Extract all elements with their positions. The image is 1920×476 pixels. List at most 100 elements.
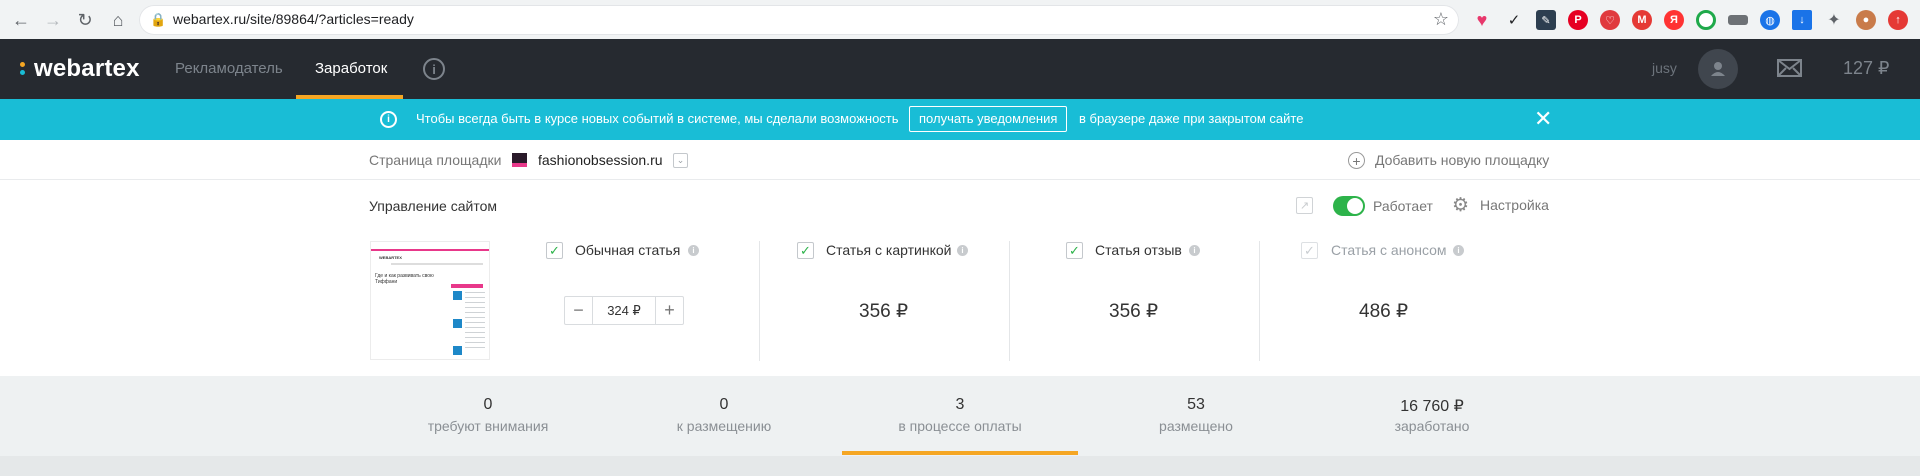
- puzzle-icon[interactable]: ✦: [1824, 10, 1844, 30]
- thumbnail-menu: [391, 263, 483, 265]
- mail-extension-icon[interactable]: M: [1632, 10, 1652, 30]
- stat-active-indicator: [842, 451, 1078, 455]
- info-icon[interactable]: i: [1189, 245, 1200, 256]
- site-bar: Страница площадки fashionobsession.ru ⌄ …: [0, 140, 1920, 180]
- announce-article-label: Статья с анонсом: [1331, 242, 1447, 258]
- stat-payment[interactable]: 3 в процессе оплаты: [860, 376, 1060, 451]
- announce-article-price: 486 ₽: [1359, 301, 1409, 322]
- notification-text: Чтобы всегда быть в курсе новых событий …: [416, 111, 899, 126]
- review-article-label: Статья отзыв: [1095, 242, 1182, 258]
- logo[interactable]: webartex: [34, 55, 140, 83]
- check-extension-icon[interactable]: ✓: [1504, 10, 1524, 30]
- balance[interactable]: 127 ₽: [1843, 58, 1890, 79]
- lock-icon: 🔒: [150, 12, 167, 27]
- thumbnail-text-lines: [465, 292, 485, 352]
- settings-link[interactable]: Настройка: [1480, 197, 1549, 213]
- back-arrow-icon[interactable]: ←: [9, 8, 33, 32]
- stat-label: размещено: [1159, 418, 1233, 434]
- column-divider: [759, 241, 760, 361]
- stat-label: к размещению: [676, 418, 772, 434]
- minus-icon[interactable]: −: [565, 297, 593, 324]
- info-icon[interactable]: i: [957, 245, 968, 256]
- image-article-label: Статья с картинкой: [826, 242, 952, 258]
- address-bar[interactable]: 🔒 webartex.ru/site/89864/?articles=ready…: [139, 5, 1459, 35]
- regular-article-checkbox[interactable]: ✓: [546, 242, 563, 259]
- enable-notifications-button[interactable]: получать уведомления: [909, 106, 1068, 132]
- stat-label: заработано: [1394, 418, 1470, 434]
- bar-extension-icon[interactable]: [1728, 15, 1748, 25]
- price-stepper-value[interactable]: 324 ₽: [593, 297, 655, 324]
- stats-bar: 0 требуют внимания 0 к размещению 3 в пр…: [0, 376, 1920, 456]
- chevron-down-icon[interactable]: ⌄: [673, 153, 688, 168]
- thumbnail-header: [371, 242, 489, 251]
- stat-attention[interactable]: 0 требуют внимания: [388, 376, 588, 451]
- site-management-title: Управление сайтом: [369, 198, 497, 214]
- bottom-strip: [0, 456, 1920, 476]
- url-text: webartex.ru/site/89864/?articles=ready: [173, 11, 414, 27]
- stat-value: 53: [1187, 396, 1205, 413]
- logo-dots-icon: [20, 62, 26, 78]
- bookmark-star-icon[interactable]: ☆: [1433, 9, 1449, 30]
- home-icon[interactable]: ⌂: [106, 8, 130, 32]
- mail-icon[interactable]: [1777, 59, 1802, 77]
- regular-article-label: Обычная статья: [575, 242, 681, 258]
- review-article-checkbox[interactable]: ✓: [1066, 242, 1083, 259]
- site-name[interactable]: fashionobsession.ru: [538, 152, 663, 168]
- column-divider: [1009, 241, 1010, 361]
- download-extension-icon[interactable]: ↓: [1792, 10, 1812, 30]
- app-header: webartex Рекламодатель Заработок i jusy …: [0, 39, 1920, 99]
- image-article-price: 356 ₽: [859, 301, 909, 322]
- reload-icon[interactable]: ↻: [73, 8, 97, 32]
- avatar[interactable]: [1698, 49, 1738, 89]
- close-icon[interactable]: ✕: [1534, 107, 1552, 131]
- notification-banner: i Чтобы всегда быть в курсе новых событи…: [0, 99, 1920, 140]
- pinterest-icon[interactable]: P: [1568, 10, 1588, 30]
- site-page-label: Страница площадки: [369, 152, 502, 168]
- stat-value: 0: [483, 396, 493, 413]
- circle-extension-icon[interactable]: [1696, 10, 1716, 30]
- globe-extension-icon[interactable]: ◍: [1760, 10, 1780, 30]
- thumbnail-headline: Где и как развивать свою Тиффани: [375, 273, 434, 285]
- nav-earnings[interactable]: Заработок: [315, 39, 387, 99]
- nav-advertiser[interactable]: Рекламодатель: [175, 39, 283, 99]
- stat-label: в процессе оплаты: [898, 418, 1022, 434]
- heart-extension-icon[interactable]: ♥: [1472, 10, 1492, 30]
- stat-placement[interactable]: 0 к размещению: [624, 376, 824, 451]
- image-article-checkbox[interactable]: ✓: [797, 242, 814, 259]
- main-content: Страница площадки fashionobsession.ru ⌄ …: [0, 140, 1920, 376]
- thumbnail-widget-icon: [453, 319, 462, 328]
- toggle-knob: [1347, 198, 1363, 214]
- yandex-icon[interactable]: Я: [1664, 10, 1684, 30]
- stat-value: 3: [955, 396, 965, 413]
- user-name[interactable]: jusy: [1652, 60, 1677, 76]
- announce-article-checkbox[interactable]: ✓: [1301, 242, 1318, 259]
- status-toggle[interactable]: [1333, 196, 1365, 216]
- stat-label: требуют внимания: [427, 418, 549, 434]
- external-link-icon[interactable]: ↗: [1296, 197, 1313, 214]
- pocket-icon[interactable]: ♡: [1600, 10, 1620, 30]
- status-label: Работает: [1373, 198, 1433, 214]
- stat-value: 0: [719, 396, 729, 413]
- info-icon: i: [380, 111, 397, 128]
- stat-earned[interactable]: 16 760 ₽ заработано: [1332, 376, 1532, 451]
- site-thumbnail[interactable]: WEBARTEX Где и как развивать свою Тиффан…: [370, 241, 490, 360]
- add-site-link[interactable]: Добавить новую площадку: [1375, 152, 1549, 168]
- edit-extension-icon[interactable]: ✎: [1536, 10, 1556, 30]
- forward-arrow-icon[interactable]: →: [41, 8, 65, 32]
- update-icon[interactable]: ↑: [1888, 10, 1908, 30]
- info-icon[interactable]: i: [423, 58, 445, 80]
- info-icon[interactable]: i: [688, 245, 699, 256]
- profile-avatar-icon[interactable]: ●: [1856, 10, 1876, 30]
- site-favicon-icon: [512, 153, 527, 167]
- plus-icon[interactable]: +: [655, 297, 683, 324]
- info-icon[interactable]: i: [1453, 245, 1464, 256]
- browser-toolbar: ← → ↻ ⌂ 🔒 webartex.ru/site/89864/?articl…: [0, 0, 1920, 39]
- thumbnail-widget-icon: [453, 291, 462, 300]
- thumbnail-widget-bar: [451, 284, 483, 288]
- stat-placed[interactable]: 53 размещено: [1096, 376, 1296, 451]
- plus-circle-icon[interactable]: +: [1348, 152, 1365, 169]
- gear-icon[interactable]: ⚙: [1452, 196, 1469, 216]
- thumbnail-widget-icon: [453, 346, 462, 355]
- review-article-price: 356 ₽: [1109, 301, 1159, 322]
- price-stepper[interactable]: − 324 ₽ +: [564, 296, 684, 325]
